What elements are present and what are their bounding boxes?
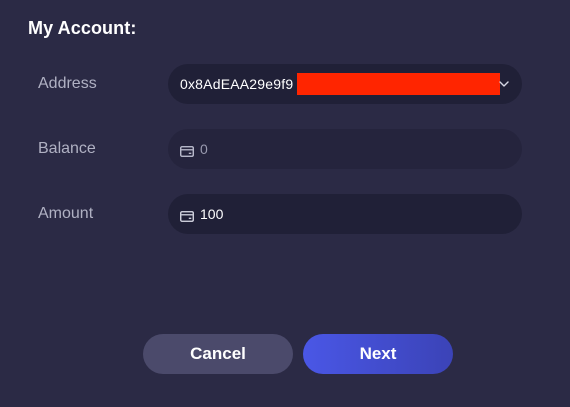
- card-icon: [180, 209, 194, 222]
- action-buttons: Cancel Next: [143, 334, 453, 374]
- amount-row: Amount 100: [0, 194, 570, 234]
- balance-value: 0: [200, 141, 208, 157]
- amount-value: 100: [200, 206, 224, 222]
- chevron-down-icon[interactable]: [498, 77, 510, 89]
- balance-label: Balance: [38, 140, 96, 157]
- address-row: Address 0x8AdEAA29e9f9: [0, 64, 570, 104]
- balance-row: Balance 0: [0, 129, 570, 169]
- account-panel: My Account: Address 0x8AdEAA29e9f9 Balan…: [0, 0, 570, 407]
- cancel-button[interactable]: Cancel: [143, 334, 293, 374]
- address-value: 0x8AdEAA29e9f9: [180, 76, 294, 92]
- balance-field: 0: [168, 129, 522, 169]
- card-icon: [180, 144, 194, 157]
- address-redaction: [297, 73, 501, 95]
- amount-field[interactable]: 100: [168, 194, 522, 234]
- address-label: Address: [38, 75, 97, 92]
- address-select[interactable]: 0x8AdEAA29e9f9: [168, 64, 522, 104]
- next-button[interactable]: Next: [303, 334, 453, 374]
- amount-label: Amount: [38, 205, 94, 222]
- account-title: My Account:: [28, 18, 137, 38]
